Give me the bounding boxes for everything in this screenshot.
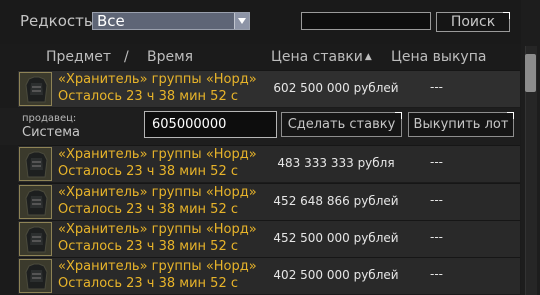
armor-vest-icon — [19, 72, 52, 106]
armor-vest-icon — [19, 147, 52, 181]
item-name: «Хранитель» группы «Норд» — [58, 147, 257, 162]
rarity-label: Редкость — [20, 12, 93, 30]
table-row[interactable]: «Хранитель» группы «Норд» Осталось 23 ч … — [18, 220, 520, 257]
item-name: «Хранитель» группы «Норд» — [58, 185, 257, 200]
column-item[interactable]: Предмет — [46, 49, 111, 65]
rarity-selected-value: Все — [97, 12, 125, 30]
armor-vest-icon — [19, 222, 52, 256]
column-bid-price[interactable]: Цена ставки ▲ — [271, 49, 372, 65]
search-input[interactable] — [301, 12, 431, 30]
table-row[interactable]: «Хранитель» группы «Норд» Осталось 23 ч … — [18, 257, 520, 294]
filter-bar: Редкость Все Поиск — [0, 0, 540, 44]
item-time-left: Осталось 23 ч 38 мин 52 с — [58, 89, 238, 104]
search-button[interactable]: Поиск — [436, 12, 510, 32]
item-buyout-price: --- — [430, 80, 443, 94]
item-bid-price: 602 500 000 рублей — [273, 81, 399, 95]
item-time-left: Осталось 23 ч 38 мин 52 с — [58, 239, 238, 254]
vertical-scrollbar[interactable] — [521, 0, 540, 295]
bid-panel: продавец: Система 605000000 Сделать став… — [0, 108, 520, 145]
item-bid-price: 452 648 866 рублей — [273, 194, 399, 208]
item-buyout-price: --- — [430, 193, 443, 207]
rarity-dropdown[interactable]: Все — [92, 12, 250, 30]
table-row[interactable]: «Хранитель» группы «Норд» Осталось 23 ч … — [18, 70, 520, 107]
table-row[interactable]: «Хранитель» группы «Норд» Осталось 23 ч … — [18, 145, 520, 182]
column-separator: / — [124, 49, 129, 65]
sort-asc-icon: ▲ — [364, 52, 372, 62]
item-bid-price: 483 333 333 рубля — [277, 156, 395, 170]
item-name: «Хранитель» группы «Норд» — [58, 72, 257, 87]
seller-label: продавец: — [22, 113, 77, 124]
item-buyout-price: --- — [430, 155, 443, 169]
item-time-left: Осталось 23 ч 38 мин 52 с — [58, 202, 238, 217]
chevron-down-icon[interactable] — [234, 13, 249, 29]
armor-vest-icon — [19, 259, 52, 293]
item-bid-price: 402 500 000 рублей — [273, 268, 399, 282]
item-name: «Хранитель» группы «Норд» — [58, 259, 257, 274]
place-bid-button[interactable]: Сделать ставку — [281, 112, 402, 137]
column-bid-price-label: Цена ставки — [271, 49, 363, 65]
armor-vest-icon — [19, 185, 52, 219]
table-header: Предмет / Время Цена ставки ▲ Цена выкупа — [0, 46, 520, 68]
item-buyout-price: --- — [430, 230, 443, 244]
item-time-left: Осталось 23 ч 38 мин 52 с — [58, 164, 238, 179]
seller-value: Система — [22, 125, 81, 140]
item-time-left: Осталось 23 ч 38 мин 52 с — [58, 276, 238, 291]
bid-amount-input[interactable]: 605000000 — [144, 111, 277, 138]
item-buyout-price: --- — [430, 267, 443, 281]
scroll-thumb[interactable] — [525, 54, 536, 92]
buyout-lot-button[interactable]: Выкупить лот — [408, 112, 514, 137]
item-bid-price: 452 500 000 рублей — [273, 231, 399, 245]
item-name: «Хранитель» группы «Норд» — [58, 222, 257, 237]
column-time[interactable]: Время — [147, 49, 193, 65]
table-row[interactable]: «Хранитель» группы «Норд» Осталось 23 ч … — [18, 183, 520, 220]
column-buyout-price[interactable]: Цена выкупа — [391, 49, 486, 65]
